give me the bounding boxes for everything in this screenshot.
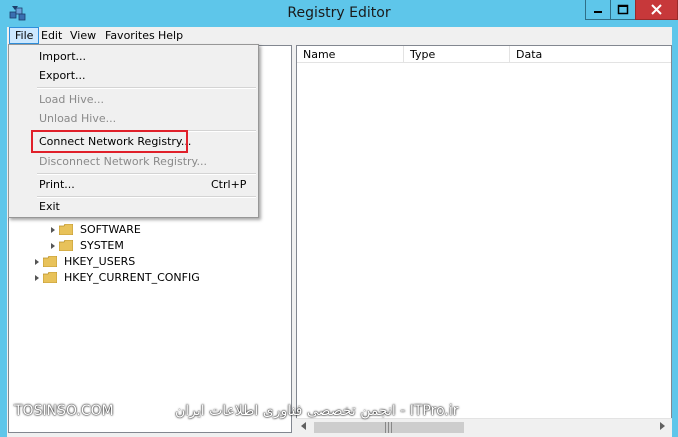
- close-button[interactable]: [635, 0, 678, 20]
- close-icon: [651, 4, 662, 15]
- menu-item-export[interactable]: Export...: [39, 66, 86, 85]
- horizontal-scrollbar[interactable]: [296, 418, 672, 436]
- menu-item-load-hive: Load Hive...: [39, 93, 104, 106]
- tree-item-hkey-users[interactable]: HKEY_USERS: [33, 254, 253, 270]
- column-header-data[interactable]: Data: [510, 46, 671, 63]
- menu-separator: [37, 196, 256, 198]
- column-header-type[interactable]: Type: [404, 46, 510, 63]
- registry-editor-window: Registry Editor File Edit View Favorites…: [0, 0, 678, 437]
- window-title: Registry Editor: [287, 5, 391, 21]
- tree-item-system[interactable]: SYSTEM: [49, 238, 249, 254]
- maximize-icon: [617, 4, 629, 15]
- minimize-icon: [594, 11, 602, 13]
- expand-arrow-icon[interactable]: [35, 275, 39, 281]
- menu-file[interactable]: File: [9, 27, 40, 44]
- tree-item-hkey-current-config[interactable]: HKEY_CURRENT_CONFIG: [33, 270, 273, 286]
- watermark-right: ITPro.ir - انجمن تخصصی فناوری اطلاعات ای…: [175, 403, 459, 419]
- menu-favorites[interactable]: Favorites: [100, 27, 160, 44]
- folder-icon: [43, 272, 57, 283]
- maximize-button[interactable]: [610, 0, 636, 20]
- menu-separator: [37, 87, 256, 89]
- watermark-left: TOSINSO.COM: [14, 403, 114, 419]
- menu-edit[interactable]: Edit: [36, 27, 67, 44]
- tree-item-label: HKEY_USERS: [64, 255, 136, 268]
- values-list-pane[interactable]: Name Type Data: [296, 45, 672, 433]
- expand-arrow-icon[interactable]: [51, 243, 55, 249]
- tree-item-label: SOFTWARE: [80, 223, 141, 236]
- menu-item-exit[interactable]: Exit: [39, 197, 60, 216]
- tree-item-label: SYSTEM: [80, 239, 124, 252]
- folder-icon: [59, 240, 73, 251]
- scroll-right-icon[interactable]: [660, 422, 665, 430]
- menu-item-print[interactable]: Print...: [39, 175, 75, 194]
- folder-icon: [43, 256, 57, 267]
- tree-item-label: HKEY_CURRENT_CONFIG: [64, 271, 200, 284]
- menu-item-disconnect-network-registry: Disconnect Network Registry...: [39, 155, 207, 168]
- scrollbar-thumb[interactable]: [314, 422, 464, 433]
- scroll-left-icon[interactable]: [301, 422, 306, 430]
- column-header-name[interactable]: Name: [297, 46, 404, 63]
- menu-item-unload-hive: Unload Hive...: [39, 112, 117, 125]
- minimize-button[interactable]: [585, 0, 611, 20]
- menu-view[interactable]: View: [65, 27, 101, 44]
- print-shortcut: Ctrl+P: [211, 178, 247, 191]
- expand-arrow-icon[interactable]: [51, 227, 55, 233]
- menu-bar: File Edit View Favorites Help: [7, 27, 672, 44]
- menu-item-import[interactable]: Import...: [39, 47, 86, 66]
- folder-icon: [59, 224, 73, 235]
- annotation-highlight-box: [31, 130, 188, 153]
- tree-item-software[interactable]: SOFTWARE: [49, 222, 249, 238]
- menu-help[interactable]: Help: [153, 27, 188, 44]
- expand-arrow-icon[interactable]: [35, 259, 39, 265]
- title-bar[interactable]: Registry Editor: [0, 0, 678, 27]
